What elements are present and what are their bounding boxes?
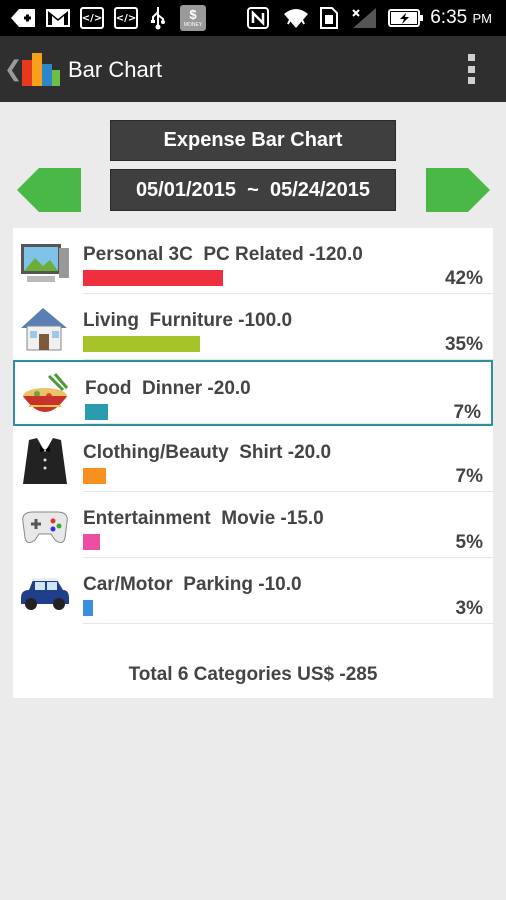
category-percent: 7% (455, 466, 483, 487)
status-bar: </> </> $ MONEY 6:35 PM (0, 0, 506, 36)
category-bar (83, 600, 93, 616)
category-label: Food Dinner -20.0 (85, 378, 251, 399)
add-icon (8, 6, 38, 30)
category-percent: 5% (455, 532, 483, 553)
code-icon: </> (80, 7, 104, 29)
overflow-menu-icon[interactable] (468, 54, 476, 84)
gmail-icon (44, 6, 72, 30)
code-icon: </> (114, 7, 138, 29)
category-bar (83, 468, 106, 484)
category-percent: 35% (444, 334, 483, 355)
category-row[interactable]: Food Dinner -20.0 7% (13, 360, 493, 426)
arrow-left-icon (17, 168, 81, 212)
chart-title-button[interactable]: Expense Bar Chart (110, 120, 396, 161)
wifi-icon (282, 6, 310, 30)
gamepad-icon (17, 502, 73, 552)
food-bowl-icon (19, 372, 75, 422)
nfc-icon (246, 6, 270, 30)
category-percent: 7% (453, 402, 481, 423)
app-logo-icon[interactable] (20, 50, 62, 88)
signal-icon (350, 6, 378, 30)
battery-charging-icon (388, 6, 424, 30)
page-title: Bar Chart (68, 57, 163, 82)
tuxedo-icon (17, 436, 73, 486)
total-summary: Total 6 Categories US$ -285 (128, 664, 378, 685)
category-percent: 42% (444, 268, 483, 289)
usb-icon (147, 6, 169, 30)
arrow-right-icon (426, 168, 490, 212)
computer-icon (17, 238, 73, 288)
date-range-button[interactable]: 05/01/2015 ~ 05/24/2015 (110, 169, 396, 211)
action-bar: ❮ Bar Chart (0, 36, 506, 102)
money-icon: $ MONEY (180, 5, 206, 31)
category-label: Personal 3C PC Related -120.0 (83, 244, 363, 265)
category-label: Entertainment Movie -15.0 (83, 508, 324, 529)
category-bar (85, 404, 108, 420)
car-icon (17, 568, 73, 618)
category-label: Car/Motor Parking -10.0 (83, 574, 302, 595)
previous-period-button[interactable] (17, 168, 81, 217)
category-row[interactable]: Living Furniture -100.0 35% (13, 294, 493, 360)
row-divider (83, 623, 493, 624)
row-divider (85, 423, 491, 424)
category-bar (83, 534, 100, 550)
house-icon (17, 304, 73, 354)
next-period-button[interactable] (426, 168, 490, 217)
sim-icon (318, 6, 340, 30)
category-bar (83, 336, 200, 352)
category-label: Clothing/Beauty Shirt -20.0 (83, 442, 332, 463)
category-bar (83, 270, 223, 286)
category-row[interactable]: Personal 3C PC Related -120.0 42% (13, 228, 493, 294)
category-label: Living Furniture -100.0 (83, 310, 293, 331)
category-list: Personal 3C PC Related -120.0 42% Living… (13, 228, 493, 698)
clock: 6:35 PM (430, 7, 492, 28)
category-row[interactable]: Car/Motor Parking -10.0 3% (13, 558, 493, 624)
category-row[interactable]: Entertainment Movie -15.0 5% (13, 492, 493, 558)
category-percent: 3% (455, 598, 483, 619)
category-row[interactable]: Clothing/Beauty Shirt -20.0 7% (13, 426, 493, 492)
